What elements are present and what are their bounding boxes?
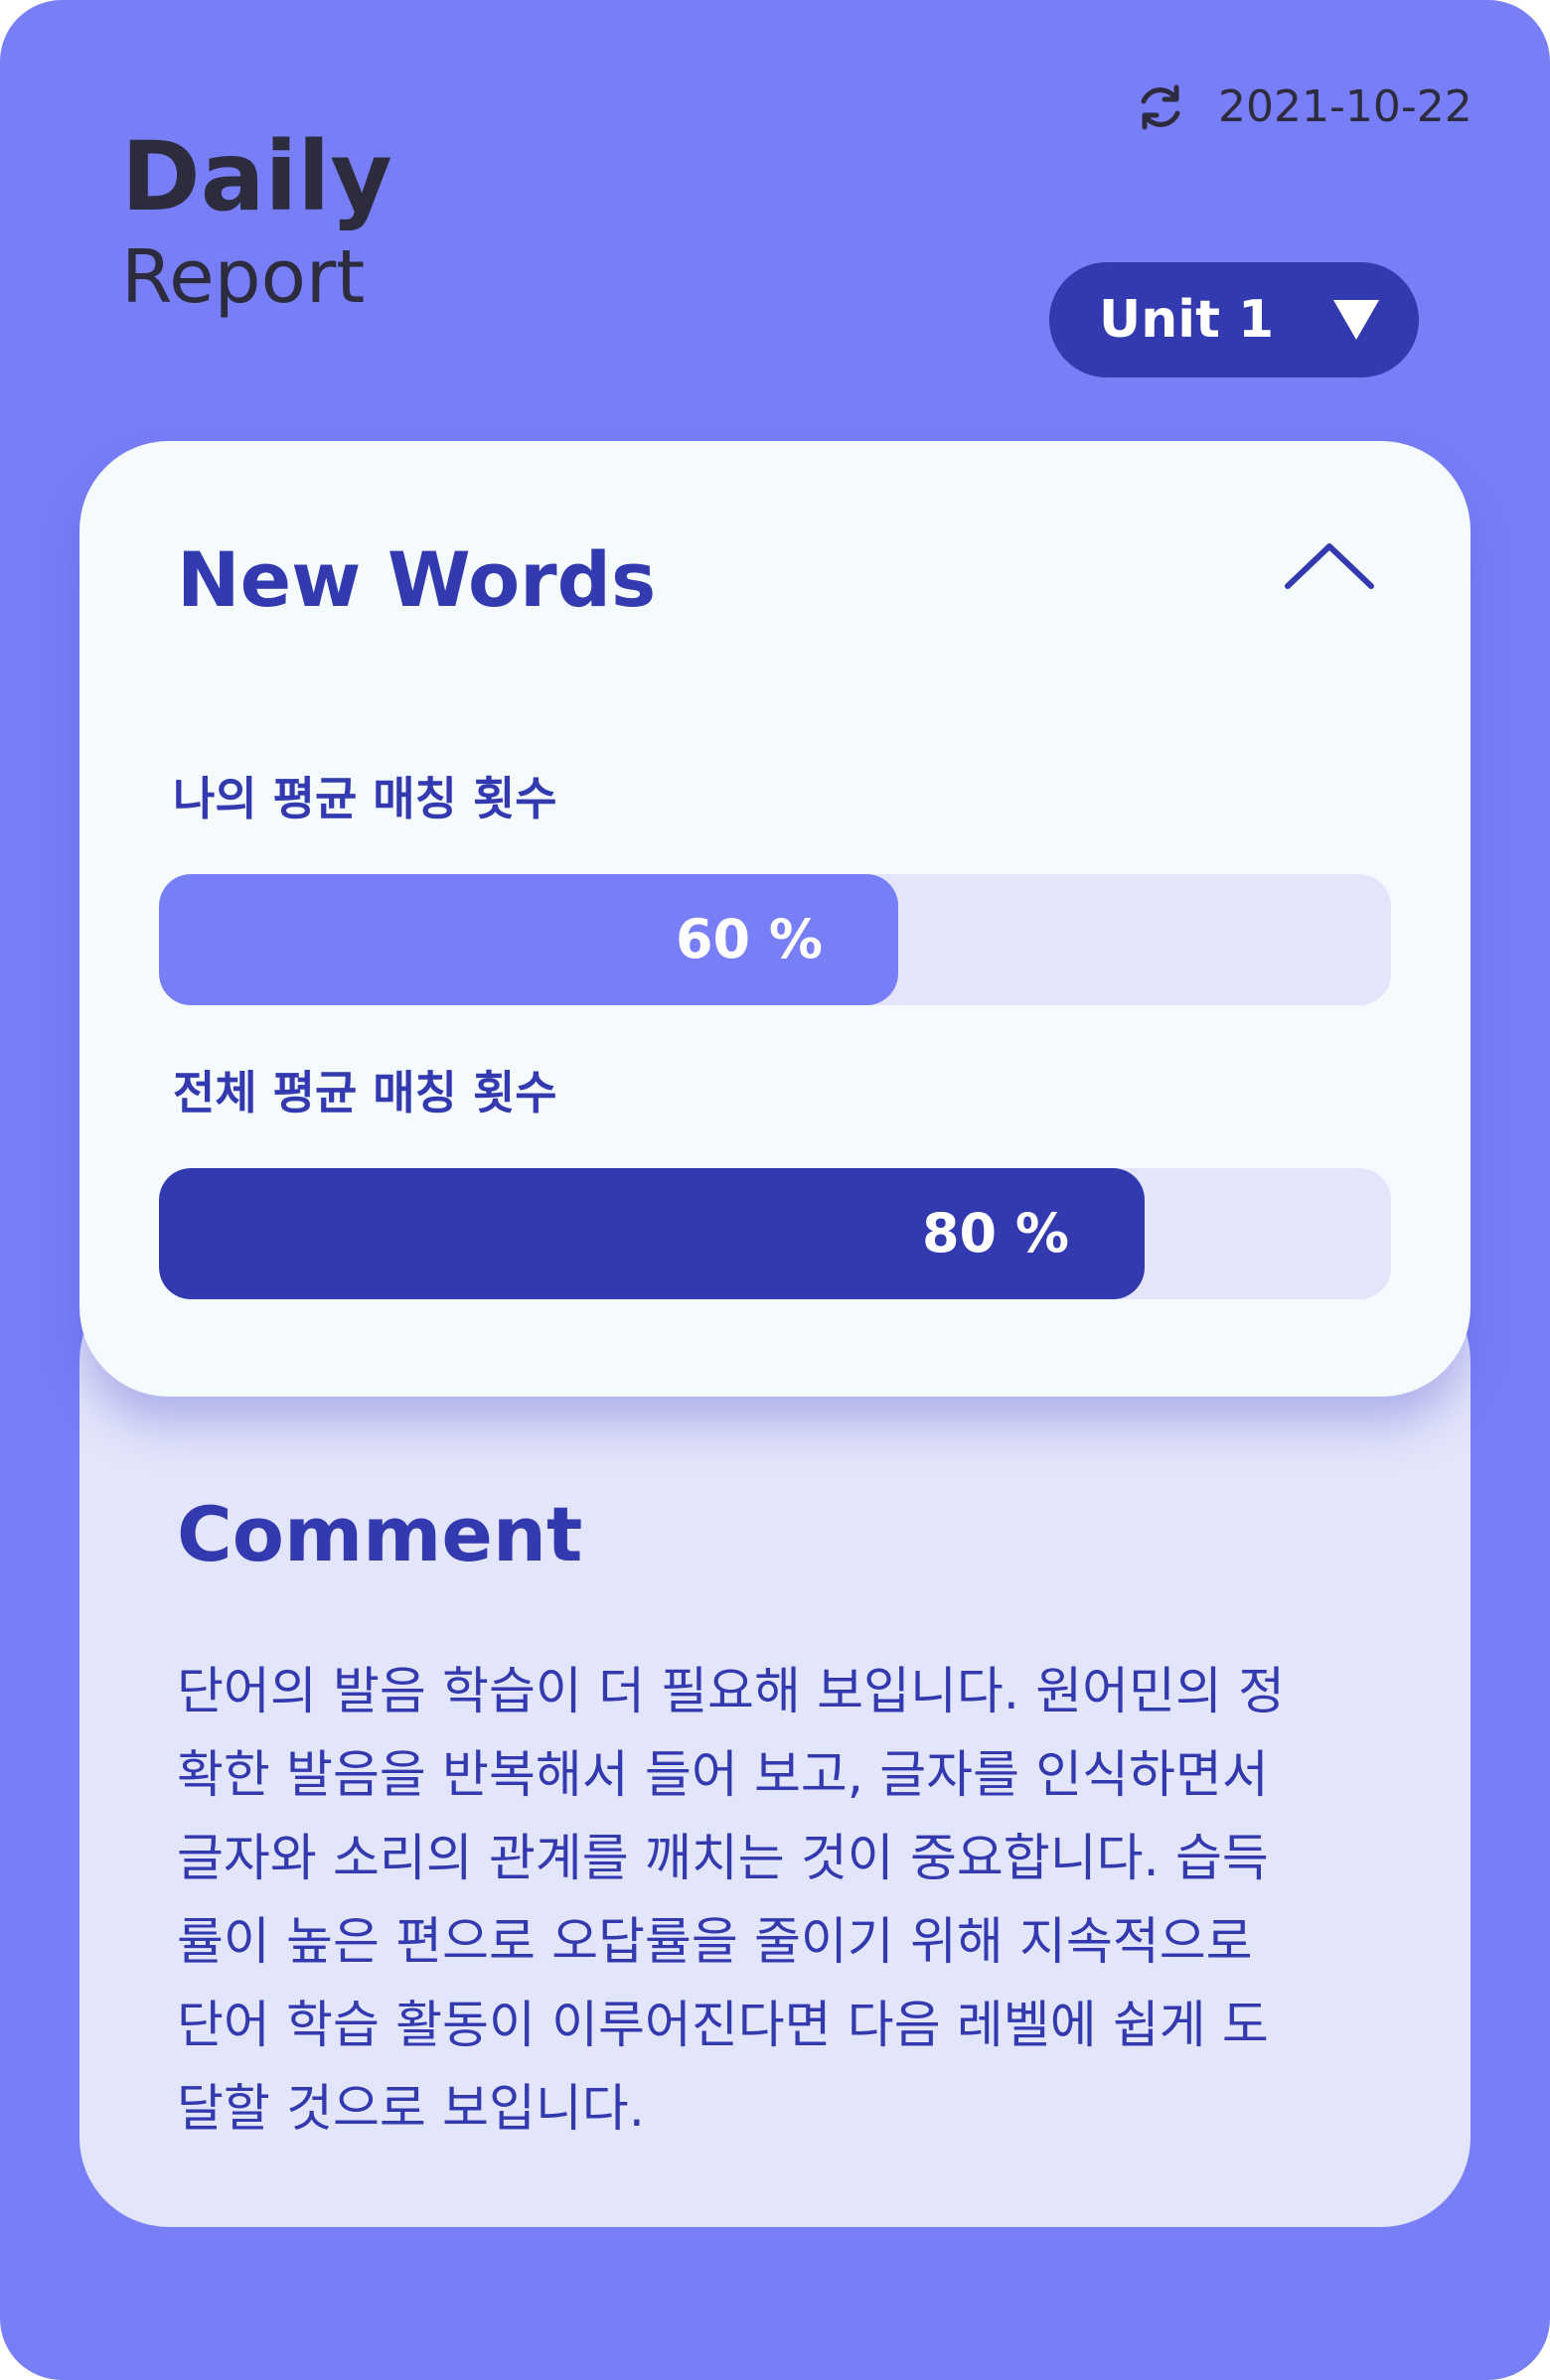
new-words-card: New Words 나의 평균 매칭 횟수 60 % 전체 평균 매칭 횟수 8… bbox=[79, 441, 1471, 1397]
comment-line: 단어 학습 활동이 이루어진다면 다음 레벨에 쉽게 도 bbox=[177, 1997, 1269, 2055]
page-title: Daily bbox=[121, 121, 392, 232]
overall-average-value: 80 % bbox=[921, 1202, 1069, 1264]
comment-line: 확한 발음을 반복해서 들어 보고, 글자를 인식하면서 bbox=[177, 1746, 1269, 1805]
unit-dropdown-label: Unit 1 bbox=[1099, 290, 1275, 350]
chevron-up-icon[interactable] bbox=[1282, 536, 1377, 596]
comment-line: 단어의 발음 학습이 더 필요해 보입니다. 원어민의 정 bbox=[177, 1663, 1286, 1721]
comment-text: 단어의 발음 학습이 더 필요해 보입니다. 원어민의 정 확한 발음을 반복해… bbox=[177, 1651, 1389, 2152]
my-average-progress: 60 % bbox=[159, 874, 1391, 1005]
overall-average-label: 전체 평균 매칭 횟수 bbox=[173, 1066, 557, 1119]
comment-line: 률이 높은 편으로 오답률을 줄이기 위해 지속적으로 bbox=[177, 1913, 1253, 1972]
comment-line: 글자와 소리의 관계를 깨치는 것이 중요합니다. 습득 bbox=[177, 1830, 1269, 1888]
comment-card: Comment 단어의 발음 학습이 더 필요해 보입니다. 원어민의 정 확한… bbox=[79, 1271, 1471, 2227]
unit-dropdown[interactable]: Unit 1 bbox=[1049, 262, 1419, 377]
refresh-icon[interactable] bbox=[1135, 81, 1186, 133]
my-average-value: 60 % bbox=[675, 908, 823, 970]
comment-line: 달할 것으로 보입니다. bbox=[177, 2080, 645, 2139]
new-words-heading: New Words bbox=[177, 535, 657, 624]
comment-heading: Comment bbox=[177, 1490, 583, 1578]
my-average-label: 나의 평균 매칭 횟수 bbox=[173, 772, 557, 825]
overall-average-progress: 80 % bbox=[159, 1168, 1391, 1299]
report-date: 2021-10-22 bbox=[1218, 81, 1472, 132]
caret-down-icon bbox=[1333, 300, 1379, 340]
page-subtitle: Report bbox=[121, 234, 366, 320]
daily-report-screen: 2021-10-22 Daily Report Unit 1 Comment 단… bbox=[0, 0, 1550, 2380]
